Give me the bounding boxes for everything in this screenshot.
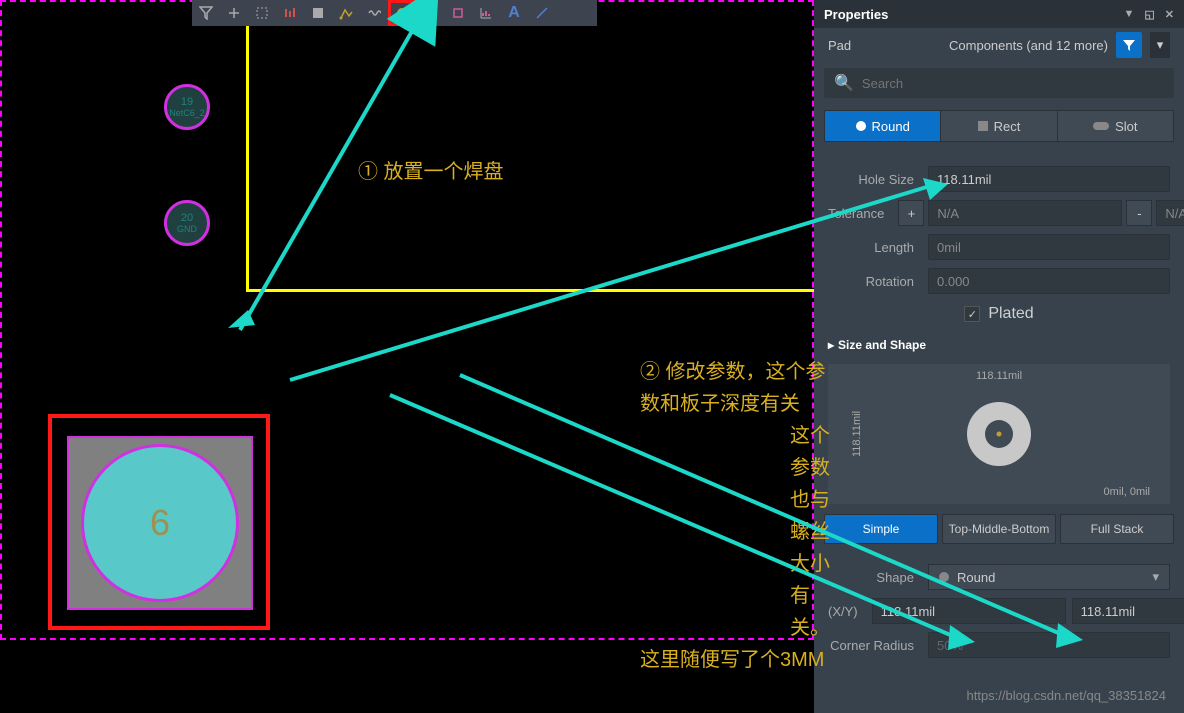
pad-number: 19: [181, 96, 193, 108]
fullstack-button[interactable]: Full Stack: [1060, 514, 1174, 544]
close-icon[interactable]: ✕: [1165, 8, 1174, 21]
image-icon[interactable]: [416, 0, 444, 26]
search-icon: 🔍: [834, 73, 854, 93]
corner-input[interactable]: [928, 632, 1170, 658]
tmb-button[interactable]: Top-Middle-Bottom: [942, 514, 1056, 544]
dim-height: 118.11mil: [851, 411, 863, 457]
stack-mode-segment: Simple Top-Middle-Bottom Full Stack: [824, 514, 1174, 544]
selected-pad-preview[interactable]: 6: [67, 436, 253, 610]
pad-preview: 118.11mil 118.11mil 0mil, 0mil: [828, 364, 1170, 504]
path-icon[interactable]: [332, 0, 360, 26]
hole-size-label: Hole Size: [828, 172, 928, 187]
shape-select[interactable]: Round: [928, 564, 1170, 590]
round-tab[interactable]: Round: [825, 111, 941, 141]
object-type: Pad: [828, 38, 851, 53]
dim-width: 118.11mil: [976, 370, 1022, 382]
shape-row: Shape Round: [814, 560, 1184, 594]
panel-title: Properties: [824, 7, 888, 22]
simple-button[interactable]: Simple: [824, 514, 938, 544]
tol-minus-input[interactable]: [1156, 200, 1184, 226]
corner-row: Corner Radius: [814, 628, 1184, 662]
shape-label: Shape: [828, 570, 928, 585]
annotation-1: ① 放置一个焊盘: [358, 156, 504, 188]
pad-number: 20: [181, 212, 193, 224]
pad-net: NetC6_2: [169, 108, 205, 118]
rect-tab[interactable]: Rect: [941, 111, 1057, 141]
hole-size-input[interactable]: [928, 166, 1170, 192]
wave-icon[interactable]: [360, 0, 388, 26]
xy-label: (X/Y): [828, 604, 872, 619]
length-row: Length: [814, 230, 1184, 264]
tol-plus-input[interactable]: [928, 200, 1122, 226]
search-input[interactable]: [862, 76, 1164, 91]
length-input[interactable]: [928, 234, 1170, 260]
hole-size-row: Hole Size: [814, 162, 1184, 196]
plated-checkbox[interactable]: ✓: [964, 306, 980, 322]
slot-tab[interactable]: Slot: [1058, 111, 1173, 141]
filter-icon[interactable]: [192, 0, 220, 26]
pad-net: GND: [177, 224, 197, 234]
select-icon[interactable]: [248, 0, 276, 26]
line-icon[interactable]: [528, 0, 556, 26]
rotation-label: Rotation: [828, 274, 928, 289]
pad-tool-icon[interactable]: [388, 0, 416, 26]
watermark: https://blog.csdn.net/qq_38351824: [967, 688, 1167, 703]
rotation-row: Rotation: [814, 264, 1184, 298]
xy-row: (X/Y): [814, 594, 1184, 628]
plus-icon[interactable]: [220, 0, 248, 26]
align-icon[interactable]: [276, 0, 304, 26]
tolerance-label: Tolerance: [828, 206, 898, 221]
length-label: Length: [828, 240, 928, 255]
corner-label: Corner Radius: [828, 638, 928, 653]
hole-shape-segment: Round Rect Slot: [824, 110, 1174, 142]
search-row: 🔍: [824, 68, 1174, 98]
tol-minus-button[interactable]: -: [1126, 200, 1152, 226]
grid-icon[interactable]: [304, 0, 332, 26]
plated-label: Plated: [988, 305, 1033, 323]
canvas-toolbar: A: [192, 0, 597, 26]
size-shape-section[interactable]: ▸ Size and Shape: [814, 330, 1184, 360]
filter-button[interactable]: [1116, 32, 1142, 58]
maximize-icon[interactable]: ◱: [1144, 8, 1154, 21]
tol-plus-button[interactable]: +: [898, 200, 924, 226]
pad-20[interactable]: 20 GND: [164, 200, 210, 246]
pcb-canvas[interactable]: A 19 NetC6_2 20 GND 6 ① 放置一个焊盘 ② 修改参数，这个…: [0, 0, 814, 713]
box-icon[interactable]: [444, 0, 472, 26]
object-row: Pad Components (and 12 more) ▾: [814, 28, 1184, 62]
filter-text: Components (and 12 more): [949, 38, 1108, 53]
pad-19[interactable]: 19 NetC6_2: [164, 84, 210, 130]
filter-dropdown[interactable]: ▾: [1150, 32, 1170, 58]
annotation-2: ② 修改参数，这个参数和板子深度有关 这个参数也与螺丝大小有关。 这里随便写了个…: [640, 356, 830, 676]
pin-icon[interactable]: ▼: [1123, 8, 1134, 21]
plated-row: ✓ Plated: [814, 298, 1184, 330]
pad-number: 6: [150, 502, 170, 544]
panel-header: Properties ▼ ◱ ✕: [814, 0, 1184, 28]
tolerance-row: Tolerance + -: [814, 196, 1184, 230]
x-input[interactable]: [872, 598, 1066, 624]
chart-icon[interactable]: [472, 0, 500, 26]
y-input[interactable]: [1072, 598, 1184, 624]
dim-origin: 0mil, 0mil: [1104, 486, 1150, 498]
text-icon[interactable]: A: [500, 0, 528, 26]
properties-panel: Properties ▼ ◱ ✕ Pad Components (and 12 …: [814, 0, 1184, 713]
rotation-input[interactable]: [928, 268, 1170, 294]
